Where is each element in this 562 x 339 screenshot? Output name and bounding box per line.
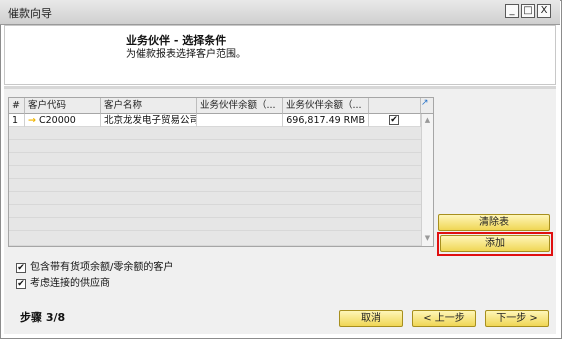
column-header-select[interactable] bbox=[369, 98, 421, 114]
column-header-bp-balance-2[interactable]: 业务伙伴余额（... bbox=[283, 98, 369, 114]
table-row-empty bbox=[9, 205, 421, 218]
cancel-button[interactable]: 取消 bbox=[339, 310, 403, 327]
step-indicator: 步骤 3/8 bbox=[20, 311, 66, 324]
page-subtitle: 为催款报表选择客户范围。 bbox=[126, 49, 246, 60]
row-select-checkbox[interactable]: ✔ bbox=[389, 115, 399, 125]
window-title: 催款向导 bbox=[8, 7, 52, 20]
customer-name: 北京龙发电子贸易公司 bbox=[101, 114, 197, 127]
maximize-button[interactable]: □ bbox=[521, 4, 535, 18]
linked-vendors-checkbox[interactable]: ✔ bbox=[16, 279, 26, 289]
title-bar: 催款向导 _ □ X bbox=[0, 0, 560, 25]
table-row[interactable]: 1 → C20000 北京龙发电子贸易公司 696,817.49 RMB ✔ bbox=[9, 114, 421, 127]
add-button-highlight bbox=[437, 232, 553, 256]
column-header-customer-code[interactable]: 客户代码 bbox=[25, 98, 101, 114]
customer-code: C20000 bbox=[39, 115, 76, 126]
table-row-empty bbox=[9, 192, 421, 205]
scroll-up-icon[interactable]: ▲ bbox=[423, 116, 432, 125]
scroll-down-icon[interactable]: ▼ bbox=[423, 234, 432, 243]
customer-code-cell[interactable]: → C20000 bbox=[25, 114, 101, 127]
close-button[interactable]: X bbox=[537, 4, 551, 18]
back-button[interactable]: < 上一步 bbox=[412, 310, 476, 327]
linked-vendors-label: 考虑连接的供应商 bbox=[30, 278, 110, 289]
table-row-empty bbox=[9, 153, 421, 166]
expand-icon[interactable]: ↗ bbox=[421, 98, 431, 108]
row-number: 1 bbox=[9, 114, 25, 127]
table-row-empty bbox=[9, 166, 421, 179]
column-header-number[interactable]: # bbox=[9, 98, 25, 114]
column-header-customer-name[interactable]: 客户名称 bbox=[101, 98, 197, 114]
bp-balance-rmb: 696,817.49 RMB bbox=[283, 114, 369, 127]
table-row-empty bbox=[9, 218, 421, 231]
include-zero-balance-checkbox[interactable]: ✔ bbox=[16, 263, 26, 273]
link-arrow-icon[interactable]: → bbox=[28, 115, 36, 126]
include-zero-balance-label: 包含带有货项余额/零余额的客户 bbox=[30, 262, 174, 273]
table-scrollbar[interactable]: ▲ ▼ bbox=[421, 114, 433, 246]
column-header-bp-balance-1[interactable]: 业务伙伴余额（... bbox=[197, 98, 283, 114]
table-row-empty bbox=[9, 231, 421, 246]
table-row-empty bbox=[9, 140, 421, 153]
wizard-header bbox=[4, 25, 556, 85]
customer-table: # 客户代码 客户名称 业务伙伴余额（... 业务伙伴余额（... 1 → C2… bbox=[8, 97, 434, 247]
table-row-empty bbox=[9, 127, 421, 140]
table-row-empty bbox=[9, 179, 421, 192]
bp-balance-local bbox=[197, 114, 283, 127]
minimize-button[interactable]: _ bbox=[505, 4, 519, 18]
select-cell[interactable]: ✔ bbox=[369, 114, 421, 127]
clear-table-button[interactable]: 清除表 bbox=[438, 214, 550, 231]
next-button[interactable]: 下一步 > bbox=[485, 310, 549, 327]
